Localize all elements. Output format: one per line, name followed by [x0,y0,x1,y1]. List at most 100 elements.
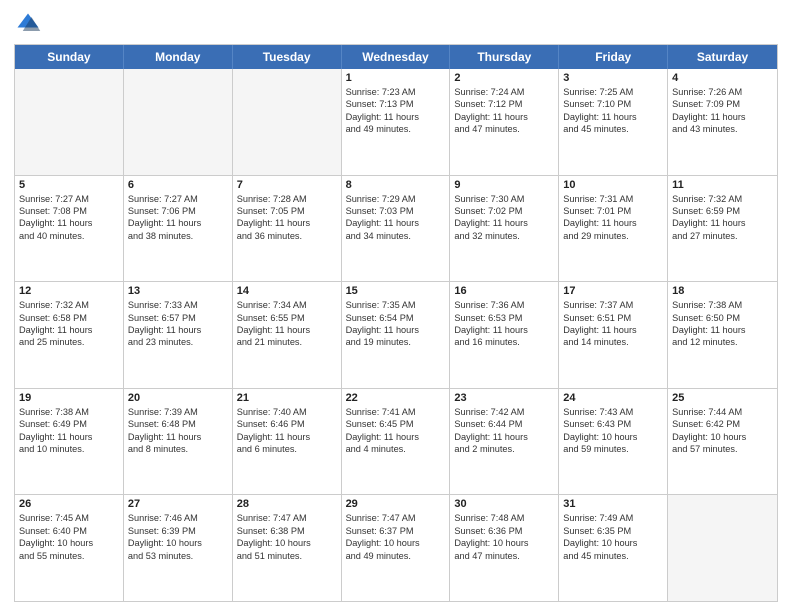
day-info-line: Daylight: 11 hours [454,111,554,123]
day-info-line: Sunset: 6:50 PM [672,312,773,324]
day-info-line: Sunset: 6:43 PM [563,418,663,430]
day-number: 1 [346,72,446,84]
day-info-line: Sunrise: 7:41 AM [346,406,446,418]
day-info-line: Daylight: 11 hours [672,111,773,123]
day-info-line: Sunset: 6:35 PM [563,525,663,537]
day-info-line: and 55 minutes. [19,550,119,562]
day-info-line: Sunset: 7:06 PM [128,205,228,217]
day-info-line: Sunrise: 7:25 AM [563,86,663,98]
day-info-line: Sunrise: 7:33 AM [128,299,228,311]
day-info-line: Sunset: 7:12 PM [454,98,554,110]
day-info-line: and 27 minutes. [672,230,773,242]
day-info-line: Sunrise: 7:23 AM [346,86,446,98]
day-info-line: and 8 minutes. [128,443,228,455]
calendar-day-cell: 14Sunrise: 7:34 AMSunset: 6:55 PMDayligh… [233,282,342,388]
day-info-line: Daylight: 10 hours [128,537,228,549]
day-info-line: Sunrise: 7:29 AM [346,193,446,205]
header [14,10,778,38]
day-info-line: Sunset: 6:53 PM [454,312,554,324]
day-info-line: Daylight: 11 hours [237,431,337,443]
day-info-line: Sunrise: 7:24 AM [454,86,554,98]
day-info-line: Sunset: 6:48 PM [128,418,228,430]
day-info-line: and 29 minutes. [563,230,663,242]
day-info-line: and 51 minutes. [237,550,337,562]
day-number: 16 [454,285,554,297]
day-number: 20 [128,392,228,404]
day-info-line: Sunset: 7:03 PM [346,205,446,217]
day-info-line: Sunrise: 7:40 AM [237,406,337,418]
calendar-day-cell: 16Sunrise: 7:36 AMSunset: 6:53 PMDayligh… [450,282,559,388]
day-info-line: Daylight: 10 hours [672,431,773,443]
day-info-line: Daylight: 11 hours [128,324,228,336]
day-number: 2 [454,72,554,84]
day-info-line: Sunrise: 7:38 AM [19,406,119,418]
day-info-line: and 10 minutes. [19,443,119,455]
calendar-day-cell: 24Sunrise: 7:43 AMSunset: 6:43 PMDayligh… [559,389,668,495]
calendar-day-cell: 30Sunrise: 7:48 AMSunset: 6:36 PMDayligh… [450,495,559,601]
day-info-line: Sunset: 6:37 PM [346,525,446,537]
day-info-line: Daylight: 11 hours [672,324,773,336]
day-number: 23 [454,392,554,404]
day-info-line: Sunrise: 7:35 AM [346,299,446,311]
day-info-line: Sunrise: 7:46 AM [128,512,228,524]
day-info-line: Sunrise: 7:39 AM [128,406,228,418]
day-info-line: and 6 minutes. [237,443,337,455]
day-info-line: and 32 minutes. [454,230,554,242]
day-info-line: Sunset: 6:40 PM [19,525,119,537]
day-info-line: and 38 minutes. [128,230,228,242]
day-info-line: Sunrise: 7:38 AM [672,299,773,311]
calendar: SundayMondayTuesdayWednesdayThursdayFrid… [14,44,778,602]
day-info-line: Daylight: 11 hours [346,111,446,123]
day-info-line: Daylight: 10 hours [19,537,119,549]
day-number: 30 [454,498,554,510]
day-info-line: Daylight: 11 hours [19,324,119,336]
day-info-line: and 34 minutes. [346,230,446,242]
day-number: 11 [672,179,773,191]
logo-icon [14,10,42,38]
day-info-line: Daylight: 10 hours [563,431,663,443]
weekday-header: Friday [559,45,668,69]
day-info-line: Sunset: 7:02 PM [454,205,554,217]
day-info-line: Daylight: 11 hours [563,217,663,229]
day-info-line: and 45 minutes. [563,123,663,135]
day-info-line: Sunset: 7:08 PM [19,205,119,217]
logo [14,10,46,38]
calendar-day-cell: 26Sunrise: 7:45 AMSunset: 6:40 PMDayligh… [15,495,124,601]
day-number: 4 [672,72,773,84]
day-info-line: and 16 minutes. [454,336,554,348]
calendar-body: 1Sunrise: 7:23 AMSunset: 7:13 PMDaylight… [15,69,777,601]
day-info-line: and 2 minutes. [454,443,554,455]
day-number: 28 [237,498,337,510]
day-info-line: Sunrise: 7:44 AM [672,406,773,418]
day-info-line: Sunrise: 7:32 AM [672,193,773,205]
day-number: 18 [672,285,773,297]
day-info-line: Daylight: 11 hours [454,324,554,336]
calendar-day-cell: 23Sunrise: 7:42 AMSunset: 6:44 PMDayligh… [450,389,559,495]
day-info-line: Daylight: 11 hours [454,217,554,229]
day-info-line: and 36 minutes. [237,230,337,242]
day-info-line: Daylight: 11 hours [19,217,119,229]
day-number: 22 [346,392,446,404]
day-number: 17 [563,285,663,297]
calendar-day-cell: 21 Sunrise: 7:40 AMSunset: 6:46 PMDayligh… [233,389,342,495]
day-number: 15 [346,285,446,297]
day-info-line: Sunset: 6:45 PM [346,418,446,430]
day-info-line: Sunset: 6:46 PM [237,418,337,430]
calendar-empty-cell [233,69,342,175]
calendar-day-cell: 31Sunrise: 7:49 AMSunset: 6:35 PMDayligh… [559,495,668,601]
day-number: 7 [237,179,337,191]
page: SundayMondayTuesdayWednesdayThursdayFrid… [0,0,792,612]
day-info-line: Sunset: 7:05 PM [237,205,337,217]
day-info-line: and 57 minutes. [672,443,773,455]
calendar-day-cell: 12Sunrise: 7:32 AMSunset: 6:58 PMDayligh… [15,282,124,388]
day-info-line: and 4 minutes. [346,443,446,455]
day-number: 21 [237,392,337,404]
day-info-line: Daylight: 11 hours [237,217,337,229]
day-info-line: Daylight: 11 hours [237,324,337,336]
calendar-day-cell: 27Sunrise: 7:46 AMSunset: 6:39 PMDayligh… [124,495,233,601]
day-info-line: and 23 minutes. [128,336,228,348]
calendar-day-cell: 8Sunrise: 7:29 AMSunset: 7:03 PMDaylight… [342,176,451,282]
calendar-day-cell: 25Sunrise: 7:44 AMSunset: 6:42 PMDayligh… [668,389,777,495]
day-number: 5 [19,179,119,191]
calendar-day-cell: 10Sunrise: 7:31 AMSunset: 7:01 PMDayligh… [559,176,668,282]
